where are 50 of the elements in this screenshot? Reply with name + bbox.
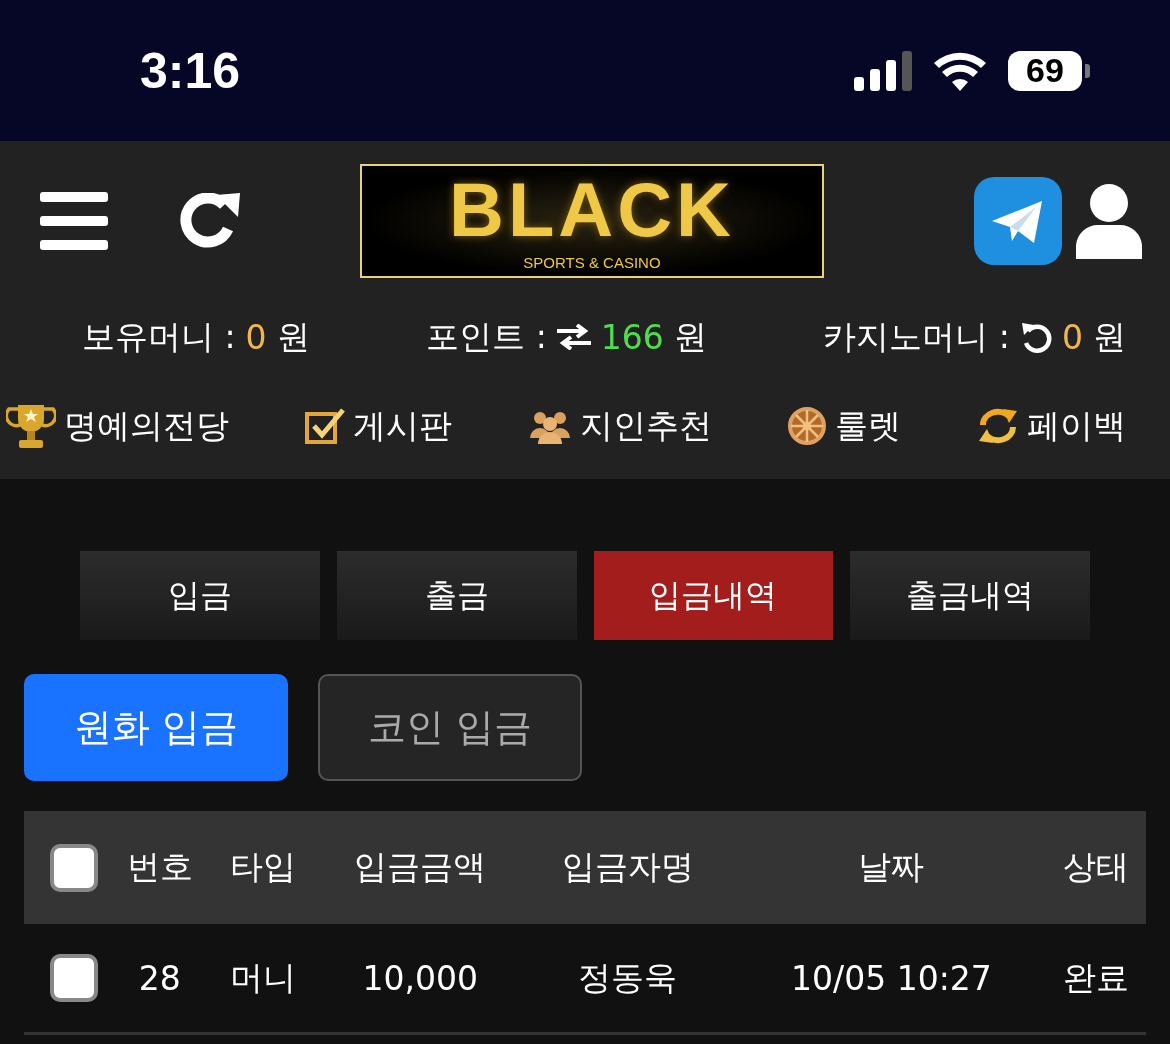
wifi-icon	[934, 50, 986, 91]
deposit-type-tab[interactable]: 코인 입금	[318, 674, 582, 781]
logo-title: BLACK	[449, 171, 735, 248]
currency-unit: 원	[1093, 315, 1126, 358]
exchange-icon[interactable]	[556, 324, 591, 350]
deposit-type-tab[interactable]: 원화 입금	[24, 674, 288, 781]
table-cell-text: 머니	[228, 956, 297, 999]
table-cell-text: 10/05 10:27	[790, 958, 993, 998]
menu-link[interactable]: 룰렛	[787, 403, 902, 449]
column-header: 입금자명	[560, 846, 695, 888]
battery-indicator: 69	[1008, 50, 1090, 91]
logo[interactable]: BLACK SPORTS & CASINO	[360, 164, 824, 278]
table-cell-text: 정동욱	[577, 956, 679, 999]
table-cell-text: 10,000	[361, 958, 479, 998]
menu-icon[interactable]	[40, 192, 108, 250]
table-cell-text: 28	[137, 958, 182, 998]
paper-plane-icon[interactable]	[974, 177, 1062, 265]
balance-value: 166	[600, 317, 664, 357]
menu-link[interactable]: 페이백	[977, 403, 1126, 449]
balance-label: 포인트 :	[426, 315, 547, 358]
select-all-checkbox[interactable]	[49, 843, 98, 892]
undo-icon[interactable]	[1020, 321, 1052, 353]
balance-label: 보유머니 :	[82, 315, 236, 358]
column-header: 입금금액	[353, 846, 488, 888]
balance-label: 카지노머니 :	[823, 315, 1010, 358]
column-header: 상태	[1062, 846, 1131, 888]
menu-link[interactable]: 지인추천	[527, 403, 712, 449]
tab[interactable]: 출금	[336, 551, 577, 640]
column-header: 날짜	[857, 846, 926, 888]
logo-subtitle: SPORTS & CASINO	[523, 253, 661, 271]
menu-link[interactable]: 명예의전당	[6, 401, 229, 451]
refresh-icon[interactable]	[180, 193, 240, 249]
clock-time: 3:16	[140, 41, 241, 100]
checkbox-icon	[304, 406, 345, 446]
currency-unit: 원	[673, 315, 707, 358]
cycle-icon	[977, 407, 1019, 445]
currency-unit: 원	[276, 315, 310, 358]
user-icon[interactable]	[1076, 183, 1142, 259]
balance-value: 0	[245, 317, 267, 357]
tab[interactable]: 입금내역	[593, 551, 834, 640]
balance-value: 0	[1062, 317, 1083, 357]
table-cell-text: 완료	[1062, 956, 1131, 999]
tab[interactable]: 출금내역	[850, 551, 1090, 640]
tab[interactable]: 입금	[80, 551, 320, 640]
row-checkbox[interactable]	[49, 954, 98, 1002]
menu-link[interactable]: 게시판	[304, 403, 452, 449]
signal-icon	[854, 50, 912, 91]
column-header: 번호	[125, 846, 194, 888]
column-header: 타입	[228, 846, 297, 888]
wheel-icon	[787, 406, 828, 446]
